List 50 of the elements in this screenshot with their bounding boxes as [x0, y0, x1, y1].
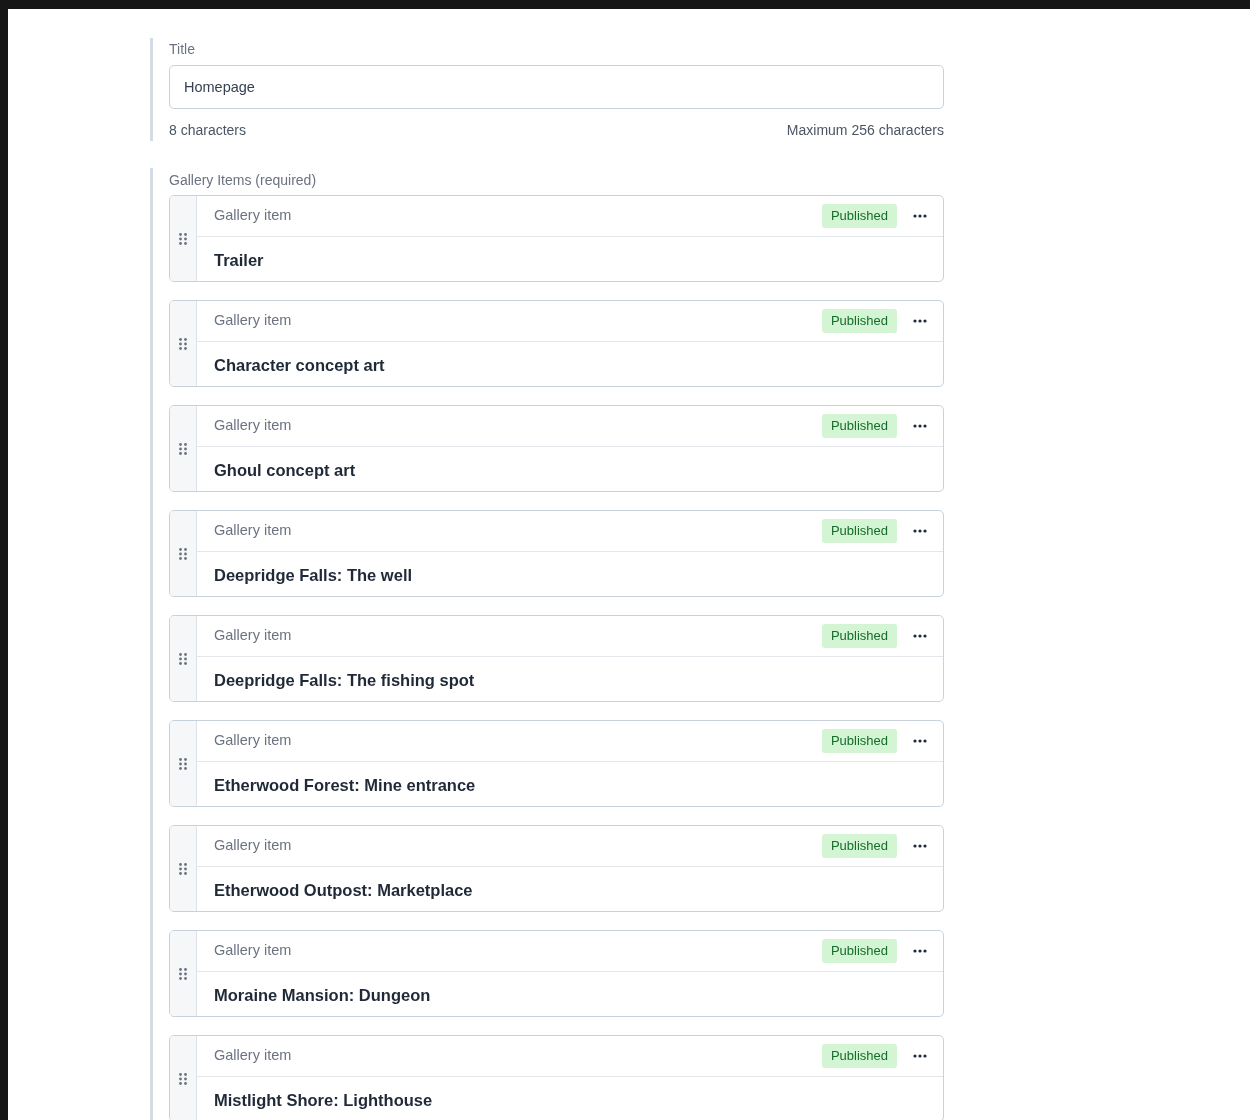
more-icon	[913, 214, 927, 218]
drag-handle-icon[interactable]	[179, 862, 187, 875]
item-type-label: Gallery item	[214, 836, 293, 856]
status-badge: Published	[821, 624, 897, 648]
status-badge: Published	[821, 204, 897, 228]
title-input[interactable]: Homepage	[169, 65, 944, 109]
item-title: Ghoul concept art	[213, 460, 357, 481]
more-icon	[913, 529, 927, 533]
status-badge: Published	[821, 414, 897, 438]
field-label: Gallery Items (required)	[169, 172, 317, 188]
item-type-label: Gallery item	[214, 206, 293, 226]
more-icon	[913, 949, 927, 953]
drag-handle-icon[interactable]	[179, 652, 187, 665]
drag-handle-icon[interactable]	[179, 232, 187, 245]
status-badge: Published	[821, 1044, 897, 1068]
more-icon	[913, 739, 927, 743]
status-badge: Published	[821, 519, 897, 543]
item-title: Character concept art	[213, 355, 386, 376]
character-limit: Maximum 256 characters	[786, 121, 944, 140]
item-type-label: Gallery item	[214, 941, 293, 961]
more-icon	[913, 1054, 927, 1058]
more-icon	[913, 844, 927, 848]
item-type-label: Gallery item	[214, 416, 293, 436]
item-type-label: Gallery item	[214, 626, 293, 646]
item-type-label: Gallery item	[214, 521, 293, 541]
more-icon	[913, 424, 927, 428]
item-title: Etherwood Outpost: Marketplace	[213, 880, 474, 901]
field-label: Title	[169, 41, 195, 57]
item-type-label: Gallery item	[214, 731, 293, 751]
item-title: Deepridge Falls: The fishing spot	[213, 670, 476, 691]
item-title: Deepridge Falls: The well	[213, 565, 414, 586]
item-title: Trailer	[213, 250, 265, 271]
drag-handle-icon[interactable]	[179, 547, 187, 560]
status-badge: Published	[821, 729, 897, 753]
drag-handle-icon[interactable]	[179, 967, 187, 980]
status-badge: Published	[821, 834, 897, 858]
item-title: Mistlight Shore: Lighthouse	[213, 1090, 434, 1111]
more-icon	[913, 319, 927, 323]
status-badge: Published	[821, 939, 897, 963]
character-count: 8 characters	[169, 121, 247, 140]
drag-handle-icon[interactable]	[179, 757, 187, 770]
item-type-label: Gallery item	[214, 311, 293, 331]
status-badge: Published	[821, 309, 897, 333]
drag-handle-icon[interactable]	[179, 1072, 187, 1085]
item-type-label: Gallery item	[214, 1046, 293, 1066]
item-title: Etherwood Forest: Mine entrance	[213, 775, 477, 796]
item-title: Moraine Mansion: Dungeon	[213, 985, 432, 1006]
more-icon	[913, 634, 927, 638]
drag-handle-icon[interactable]	[179, 442, 187, 455]
drag-handle-icon[interactable]	[179, 337, 187, 350]
